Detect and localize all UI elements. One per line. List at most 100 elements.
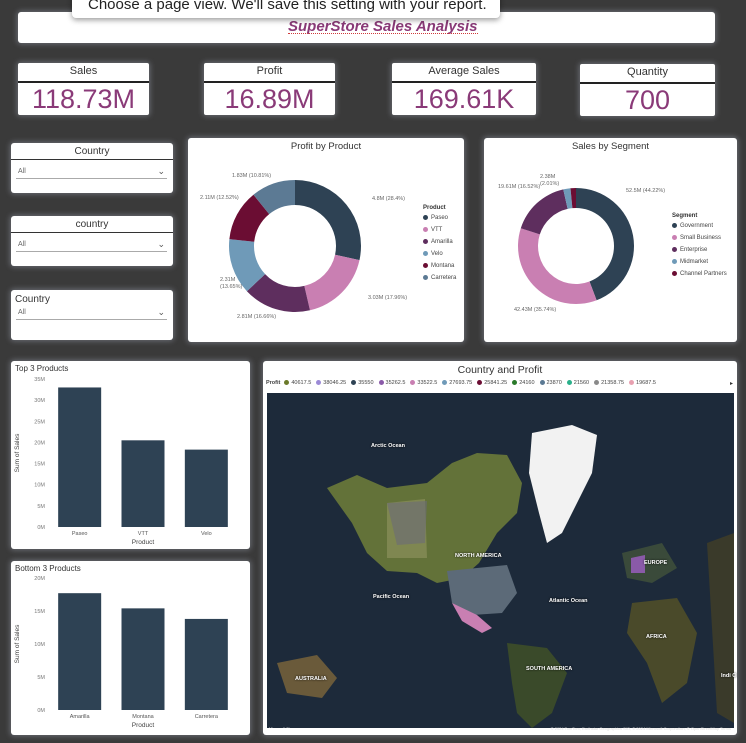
legend-item[interactable]: VTT [423,227,442,233]
data-label: 42.43M (35.74%) [514,307,557,313]
map-label-australia: AUSTRALIA [295,676,327,682]
y-tick-label: 20M [34,440,45,446]
map-legend-item[interactable]: 24160 [512,380,535,386]
map-label-arctic: Arctic Ocean [371,443,405,449]
country-profit-map: Country and Profit Profit 40617.5 38046.25… [263,361,737,735]
map-legend-item[interactable]: 19687.5 [629,380,656,386]
map-legend-item[interactable]: 23870 [539,380,562,386]
kpi-label: Average Sales [428,65,500,77]
map-legend-item[interactable]: 33522.5 [410,380,437,386]
bing-logo: Microsoft Bing [269,726,295,731]
y-axis-label: Sum of Sales [14,624,21,663]
donut-slice-vtt[interactable] [304,254,360,311]
map-legend: Profit 40617.5 38046.25 35550 35262.5 33522.5… [266,380,656,386]
legend-item[interactable]: Montana [423,263,454,269]
map-legend-item[interactable]: 35550 [351,380,374,386]
donut-slice-small-business[interactable] [518,228,597,304]
donut-slice-enterprise[interactable] [520,189,568,235]
y-tick-label: 0M [37,525,45,531]
legend-item[interactable]: Channel Partners [672,271,727,277]
bar-paseo[interactable] [58,387,102,527]
y-tick-label: 5M [37,504,45,510]
y-tick-label: 15M [34,609,45,615]
map-attribution[interactable]: © 2024 TomTom, Earthstar Geographics SIO… [551,726,731,731]
sales-by-segment-chart: Sales by Segment 52.5M (44.22%) 42.43M (… [484,138,737,342]
data-label: 3.03M (17.96%) [368,295,408,301]
map-label-atlantic: Atlantic Ocean [549,598,588,604]
legend-item[interactable]: Amarilla [423,239,453,245]
y-axis-label: Sum of Sales [14,433,21,472]
map-label-pacific: Pacific Ocean [373,594,410,600]
map-legend-item[interactable]: 25841.25 [477,380,507,386]
map-legend-item[interactable]: 35262.5 [378,380,405,386]
x-axis-label: Product [132,539,155,546]
y-tick-label: 15M [34,462,45,468]
x-tick-label: Paseo [72,531,88,537]
bottom-3-products-chart: Bottom 3 Products 0M 5M 10M 15M 20M Amarilla M… [11,561,250,735]
x-tick-label: Amarilla [70,714,91,720]
data-label: 2.81M (16.66%) [237,314,277,320]
kpi-value: 700 [624,85,671,115]
legend-scroll-right-icon[interactable]: ▸ [730,380,733,387]
country-dropdown[interactable]: All ⌄ [16,165,167,179]
kpi-card-average-sales: Average Sales 169.61K [392,63,536,115]
kpi-card-profit: Profit 16.89M [204,63,335,115]
kpi-value: 16.89M [224,84,315,114]
legend-title: Segment [672,213,698,219]
page-view-notification[interactable]: Choose a page view. We'll save this sett… [72,0,500,18]
legend-item[interactable]: Velo [423,251,443,257]
slicer-title: Country [74,146,110,157]
country-dropdown[interactable]: All ⌄ [16,238,167,252]
x-tick-label: Velo [201,531,212,537]
y-tick-label: 25M [34,419,45,425]
top-3-bars: 0M 5M 10M 15M 20M 25M 30M 35M Paseo VTT Velo Produc… [14,377,228,546]
slicer-title: country [75,219,109,230]
top-3-products-chart: Top 3 Products 0M 5M 10M 15M 20M 25M 30M 35M Pas… [11,361,250,549]
data-label: 4.8M (28.4%) [372,196,406,202]
data-label: 1.83M (10.81%) [232,173,272,179]
profit-by-product-chart: Profit by Product 1.83M (10.81%) 2.11M (… [188,138,464,342]
map-legend-item[interactable]: 21560 [566,380,589,386]
map-legend-item[interactable]: 38046.25 [316,380,346,386]
chevron-down-icon: ⌄ [157,239,165,249]
y-tick-label: 20M [34,576,45,582]
bar-velo[interactable] [184,449,228,527]
legend-item[interactable]: Paseo [423,215,448,221]
x-tick-label: VTT [138,531,149,537]
bar-amarilla[interactable] [58,593,102,710]
kpi-value: 169.61K [413,84,515,114]
map-label-indian: Indi O [721,673,737,679]
bar-vtt[interactable] [121,440,165,527]
donut-slice-paseo[interactable] [295,180,361,261]
legend-item[interactable]: Small Business [672,235,721,241]
kpi-label: Sales [69,65,98,77]
bar-carretera[interactable] [184,618,228,710]
y-tick-label: 0M [37,708,45,714]
x-tick-label: Montana [132,714,154,720]
legend-item[interactable]: Carretera [423,275,456,281]
legend-item[interactable]: Enterprise [672,247,707,253]
kpi-card-sales: Sales 118.73M [18,63,149,115]
bar-montana[interactable] [121,608,165,710]
chevron-down-icon: ⌄ [157,166,165,176]
kpi-value: 118.73M [31,84,136,114]
data-label: 2.11M (12.52%) [200,195,239,201]
legend-title: Product [423,205,446,211]
chevron-down-icon: ⌄ [157,307,165,317]
map-legend-item[interactable]: 21358.75 [594,380,624,386]
legend-item[interactable]: Government [672,223,713,229]
map-legend-item[interactable]: 40617.5 [284,380,311,386]
bottom-3-bars: 0M 5M 10M 15M 20M Amarilla Montana Carretera Pro… [14,576,228,729]
report-title: SuperStore Sales Analysis [288,18,478,35]
kpi-card-quantity: Quantity 700 [580,64,715,116]
map-legend-item[interactable]: 27693.75 [442,380,472,386]
map-label-north-america: NORTH AMERICA [455,553,502,559]
y-tick-label: 10M [34,642,45,648]
legend-item[interactable]: Midmarket [672,259,708,265]
country-slicer-1: Country All ⌄ [11,143,173,193]
data-label: 2.31M (13.65%) [220,277,243,290]
data-label: 2.38M (2.01%) [540,174,560,187]
y-tick-label: 5M [37,675,45,681]
country-dropdown[interactable]: All ⌄ [16,306,167,320]
x-axis-label: Product [132,722,155,729]
